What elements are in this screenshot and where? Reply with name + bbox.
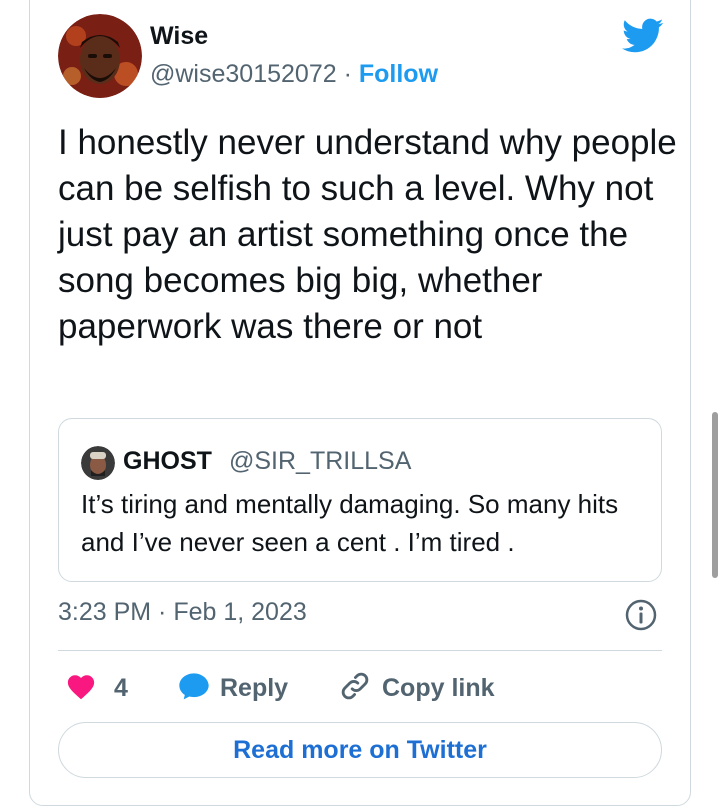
copy-link-label: Copy link — [382, 673, 495, 702]
tweet-text: I honestly never understand why people c… — [58, 123, 677, 346]
read-more-button[interactable]: Read more on Twitter — [58, 722, 662, 778]
info-icon[interactable] — [624, 598, 658, 632]
reply-button[interactable]: Reply — [178, 668, 288, 708]
heart-icon — [66, 672, 96, 705]
author-avatar[interactable] — [58, 14, 142, 98]
author-name[interactable]: Wise — [150, 22, 208, 51]
like-button[interactable]: 4 — [66, 668, 128, 708]
scrollbar[interactable] — [712, 412, 718, 578]
quoted-tweet-text: It’s tiring and mentally damaging. So ma… — [81, 489, 619, 557]
tweet-timestamp[interactable]: 3:23 PM · Feb 1, 2023 — [58, 598, 307, 627]
quoted-tweet[interactable]: GHOST @SIR_TRILLSA It’s tiring and menta… — [58, 418, 662, 582]
divider — [58, 650, 662, 651]
copy-link-button[interactable]: Copy link — [338, 668, 495, 708]
quoted-author-avatar — [81, 446, 115, 480]
reply-label: Reply — [220, 673, 289, 702]
action-bar: 4 Reply Copy link — [58, 668, 662, 708]
like-count: 4 — [114, 673, 128, 702]
author-handle[interactable]: @wise30152072 — [150, 60, 337, 88]
twitter-bird-icon[interactable] — [622, 18, 664, 54]
quoted-author-name: GHOST — [123, 447, 212, 475]
follow-link[interactable]: Follow — [359, 60, 438, 88]
author-handle-line: @wise30152072 · Follow — [150, 60, 438, 89]
quoted-author-handle: @SIR_TRILLSA — [229, 447, 412, 475]
speech-bubble-icon — [178, 671, 210, 706]
separator-dot: · — [343, 60, 352, 88]
link-icon — [338, 669, 372, 708]
